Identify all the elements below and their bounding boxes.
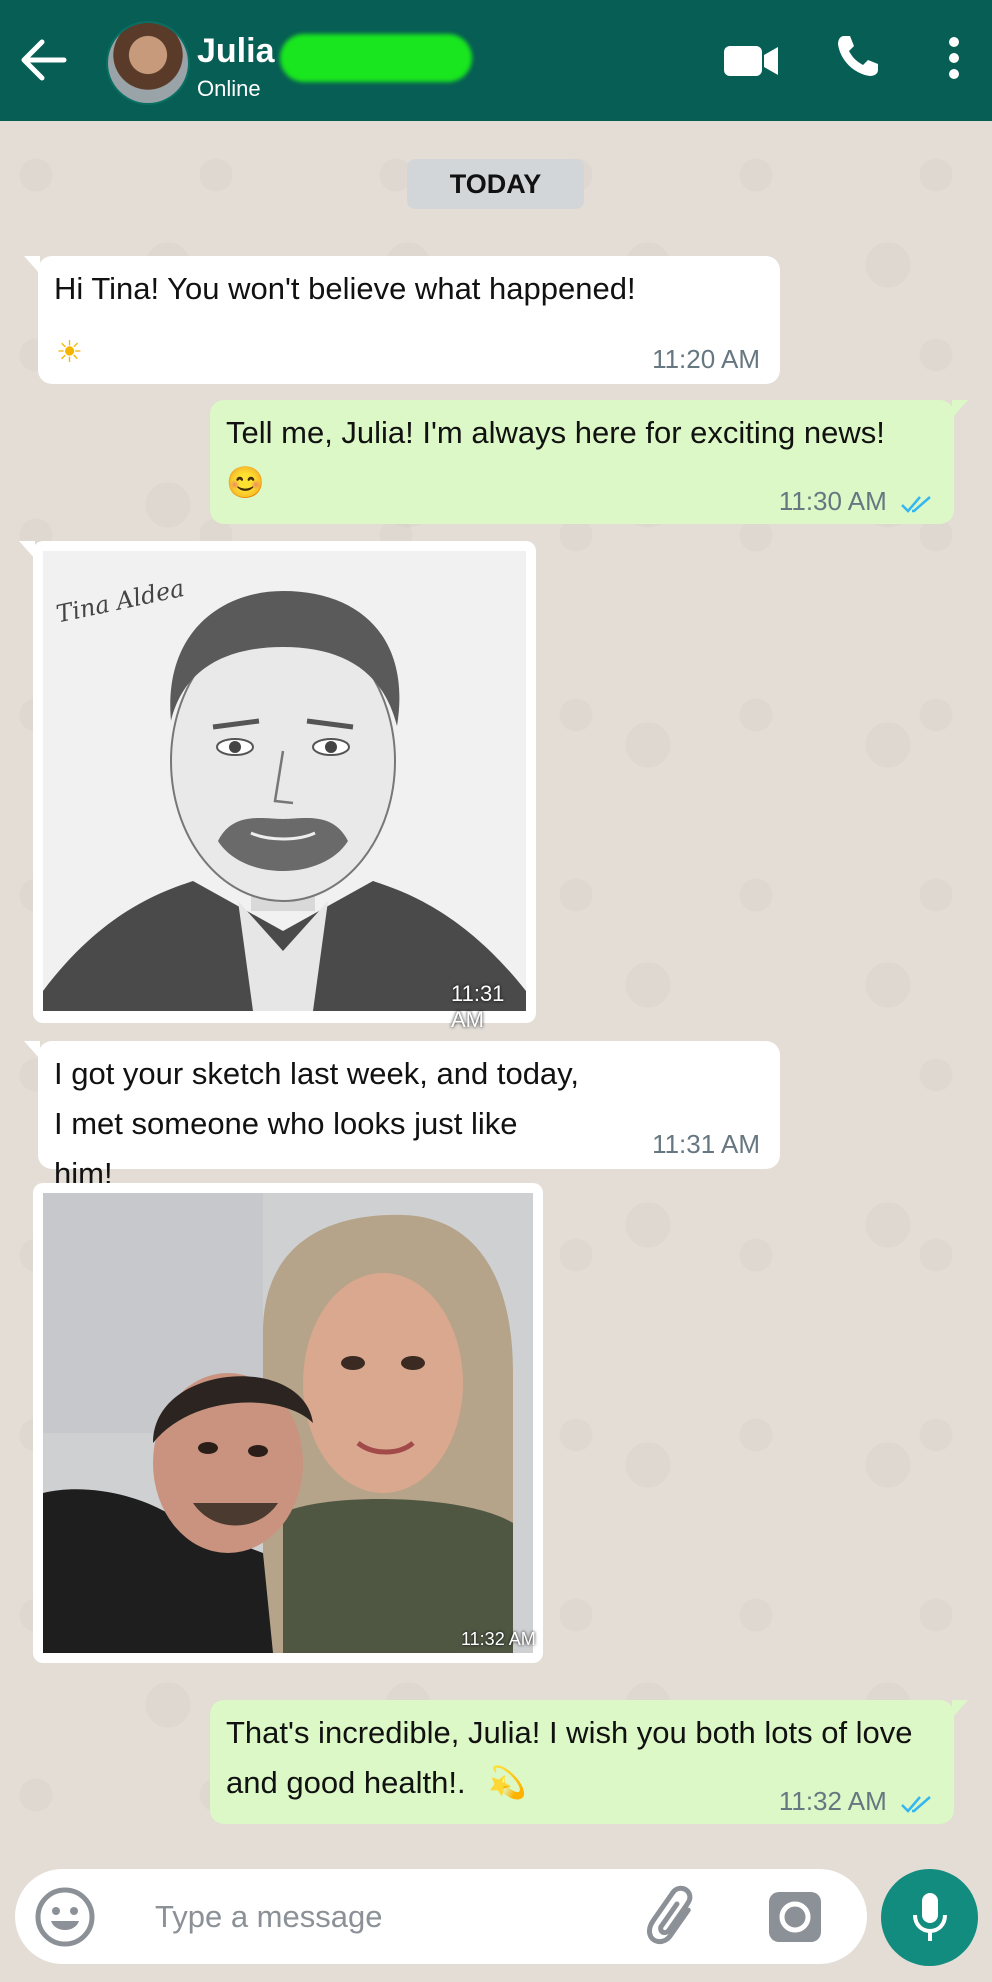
pencil-portrait-image: Tina Aldea (43, 551, 526, 1011)
sparkle-emoji: 💫 (488, 1765, 527, 1800)
message-text: I got your sketch last week, and today, … (54, 1056, 579, 1191)
message-outgoing[interactable]: That's incredible, Julia! I wish you bot… (210, 1700, 968, 1824)
message-outgoing[interactable]: Tell me, Julia! I'm always here for exci… (210, 400, 968, 524)
chat-header: Julia Online (0, 0, 992, 121)
message-time: 11:31 AM (451, 981, 505, 1032)
mic-button[interactable] (881, 1869, 978, 1966)
video-call-icon[interactable] (722, 40, 780, 80)
smile-emoji: 😊 (226, 465, 265, 500)
emoji-icon[interactable] (33, 1885, 97, 1949)
message-time: 11:31 AM (652, 1129, 760, 1159)
message-time: 11:20 AM (652, 344, 760, 374)
redaction-mark (280, 34, 472, 82)
sun-emoji: ☀ (56, 336, 83, 369)
mic-icon (913, 1893, 947, 1941)
message-image-sketch[interactable]: Tina Aldea 11:31 AM (19, 541, 536, 1032)
message-text: Hi Tina! You won't believe what happened… (54, 271, 636, 306)
message-input[interactable]: Type a message (155, 1899, 382, 1935)
message-time: 11:32 AM (779, 1786, 934, 1816)
message-image-photo[interactable]: 11:32 AM (33, 1183, 543, 1663)
couple-photo-image (43, 1193, 533, 1653)
read-tick-icon (901, 496, 931, 513)
message-time: 11:30 AM (779, 486, 934, 516)
message-composer[interactable]: Type a message (15, 1869, 867, 1964)
message-incoming[interactable]: I got your sketch last week, and today, … (24, 1041, 780, 1191)
more-vertical-icon[interactable] (945, 36, 963, 80)
phone-icon[interactable] (834, 32, 882, 80)
contact-status: Online (197, 76, 261, 101)
back-arrow-icon[interactable] (14, 30, 74, 90)
camera-icon[interactable] (765, 1888, 825, 1946)
contact-name[interactable]: Julia (197, 32, 274, 71)
avatar[interactable] (106, 21, 190, 105)
attach-icon[interactable] (637, 1883, 707, 1949)
message-time: 11:32 AM (461, 1629, 536, 1649)
message-incoming[interactable]: Hi Tina! You won't believe what happened… (24, 256, 780, 384)
date-separator: TODAY (407, 159, 584, 209)
read-tick-icon (901, 1796, 931, 1813)
